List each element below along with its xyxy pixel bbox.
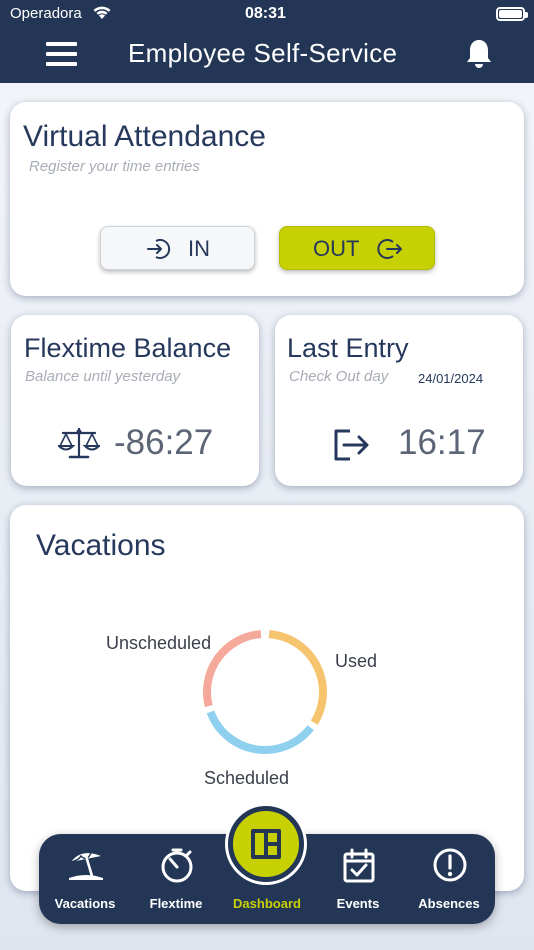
nav-item-absences[interactable]: Absences xyxy=(403,834,495,924)
nav-label-flextime: Flextime xyxy=(149,896,203,911)
battery-icon xyxy=(496,7,528,21)
virtual-attendance-card: Virtual Attendance Register your time en… xyxy=(10,102,524,296)
wifi-icon xyxy=(92,5,112,24)
check-out-label: OUT xyxy=(313,236,360,261)
vacations-title: Vacations xyxy=(36,529,166,562)
donut-label-unscheduled: Unscheduled xyxy=(106,633,212,653)
flextime-balance-value: -86:27 xyxy=(114,423,214,462)
flextime-subtitle: Balance until yesterday xyxy=(25,368,181,385)
last-entry-subtitle: Check Out day xyxy=(289,368,389,385)
check-in-label: IN xyxy=(188,236,210,261)
calendar-check-icon xyxy=(343,848,375,883)
check-in-button[interactable]: IN xyxy=(100,226,255,270)
nav-label-absences: Absences xyxy=(418,896,480,911)
nav-item-flextime[interactable]: Flextime xyxy=(130,834,222,924)
vacations-donut-chart xyxy=(203,630,327,754)
last-entry-card[interactable]: Last Entry Check Out day 24/01/2024 16:1… xyxy=(275,315,523,486)
app-header: Operadora 08:31 Employee Self-Service xyxy=(0,0,534,83)
dashboard-button[interactable] xyxy=(228,806,304,882)
beach-umbrella-icon xyxy=(69,852,103,880)
sign-in-icon xyxy=(147,239,171,259)
nav-label-dashboard: Dashboard xyxy=(233,896,301,911)
menu-icon-bar xyxy=(46,52,77,56)
attendance-title: Virtual Attendance xyxy=(23,120,266,153)
sign-out-icon xyxy=(334,429,369,461)
status-time: 08:31 xyxy=(245,5,286,22)
bell-icon xyxy=(467,40,491,68)
menu-icon-bar xyxy=(46,62,77,66)
flextime-balance-card[interactable]: Flextime Balance Balance until yesterday… xyxy=(11,315,259,486)
carrier-name: Operadora xyxy=(10,5,82,22)
donut-segment-unscheduled xyxy=(203,630,262,707)
check-out-button[interactable]: OUT xyxy=(279,226,435,270)
sign-out-icon xyxy=(377,239,402,259)
donut-segment-scheduled xyxy=(206,710,314,754)
menu-icon-bar xyxy=(46,42,77,46)
last-entry-date: 24/01/2024 xyxy=(418,371,484,386)
status-bar: Operadora 08:31 xyxy=(0,0,534,28)
nav-label-vacations: Vacations xyxy=(54,896,116,911)
donut-label-used: Used xyxy=(335,651,378,671)
attendance-subtitle: Register your time entries xyxy=(29,158,200,175)
notifications-button[interactable] xyxy=(464,38,494,70)
last-entry-title: Last Entry xyxy=(287,333,409,363)
donut-segment-used xyxy=(268,630,327,725)
nav-label-events: Events xyxy=(336,896,380,911)
alert-circle-icon xyxy=(433,848,467,882)
last-entry-time: 16:17 xyxy=(398,423,486,462)
balance-scale-icon xyxy=(58,428,100,459)
nav-item-events[interactable]: Events xyxy=(312,834,404,924)
app-title: Employee Self-Service xyxy=(128,38,398,68)
flextime-title: Flextime Balance xyxy=(24,333,232,363)
dashboard-icon xyxy=(251,829,281,859)
stopwatch-icon xyxy=(161,848,193,883)
donut-label-scheduled: Scheduled xyxy=(204,768,290,788)
menu-button[interactable] xyxy=(46,42,77,66)
nav-item-vacations[interactable]: Vacations xyxy=(39,834,131,924)
